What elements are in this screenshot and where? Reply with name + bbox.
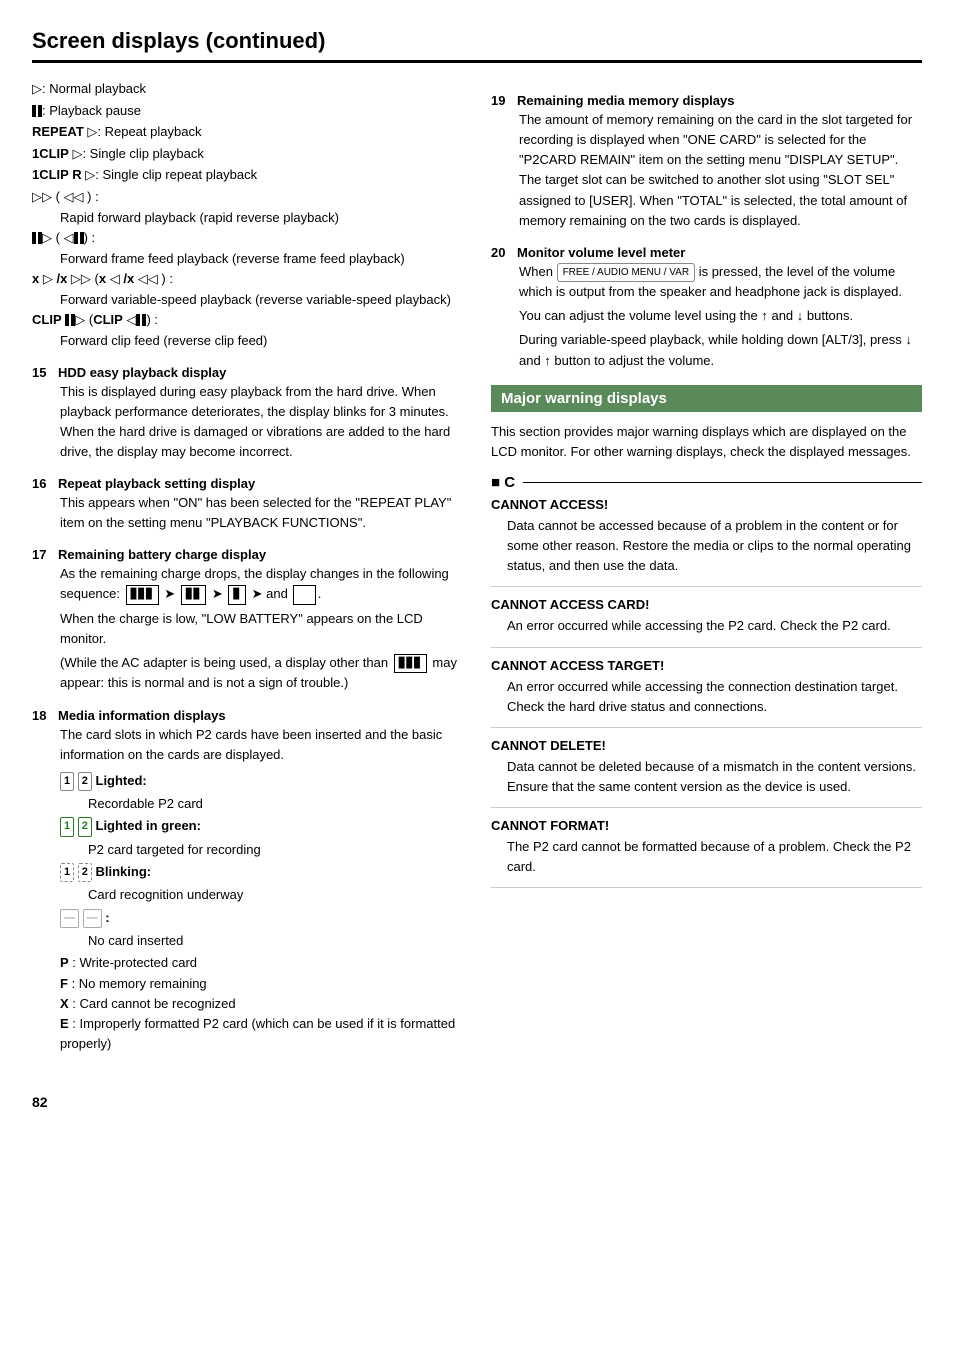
playback-symbols: ▷: Normal playback : Playback pause REPE… — [32, 79, 463, 351]
pause-icon2 — [32, 232, 42, 244]
warning-title-cannot-format: CANNOT FORMAT! — [491, 818, 922, 833]
warning-items-list: CANNOT ACCESS! Data cannot be accessed b… — [491, 497, 922, 888]
card-none: — — : — [60, 908, 463, 928]
battery-full-icon: ▊▊▊ — [394, 654, 427, 674]
card-f: F : No memory remaining — [60, 974, 463, 994]
symbol-frame-desc: Forward frame feed playback (reverse fra… — [60, 249, 463, 269]
symbol-frame: ▷ ( ◁) : — [32, 228, 463, 248]
symbol-varspeed-desc: Forward variable-speed playback (reverse… — [60, 290, 463, 310]
pause-icon4 — [65, 314, 75, 326]
section-18-body: The card slots in which P2 cards have be… — [60, 725, 463, 1055]
card-e: E : Improperly formatted P2 card (which … — [60, 1014, 463, 1054]
card-lighted-green: 1 2 Lighted in green: — [60, 816, 463, 836]
section-18-header: 18 Media information displays — [32, 708, 463, 723]
section-16-header: 16 Repeat playback setting display — [32, 476, 463, 491]
warning-item-cannot-format: CANNOT FORMAT! The P2 card cannot be for… — [491, 818, 922, 888]
warning-item-cannot-delete: CANNOT DELETE! Data cannot be deleted be… — [491, 738, 922, 808]
page-title: Screen displays (continued) — [32, 28, 922, 63]
warning-title-cannot-access-card: CANNOT ACCESS CARD! — [491, 597, 922, 612]
section-17-header: 17 Remaining battery charge display — [32, 547, 463, 562]
warning-body-cannot-access-card: An error occurred while accessing the P2… — [507, 616, 922, 636]
battery-med-icon: ▊▊ — [181, 585, 206, 605]
pause-icon5 — [136, 314, 146, 326]
section-20-title: Monitor volume level meter — [517, 245, 685, 260]
warning-item-cannot-access-card: CANNOT ACCESS CARD! An error occurred wh… — [491, 597, 922, 647]
section-19-title: Remaining media memory displays — [517, 93, 734, 108]
card-blinking: 1 2 Blinking: — [60, 862, 463, 882]
symbol-ff-desc: Rapid forward playback (rapid reverse pl… — [60, 208, 463, 228]
page-number: 82 — [32, 1094, 463, 1110]
section-18-title: Media information displays — [58, 708, 226, 723]
warning-title-cannot-access: CANNOT ACCESS! — [491, 497, 922, 512]
pause-icon — [32, 105, 42, 117]
warning-item-cannot-access: CANNOT ACCESS! Data cannot be accessed b… — [491, 497, 922, 587]
card-p: P : Write-protected card — [60, 953, 463, 973]
section-15-header: 15 HDD easy playback display — [32, 365, 463, 380]
section-20-header: 20 Monitor volume level meter — [491, 245, 922, 260]
warning-title-cannot-delete: CANNOT DELETE! — [491, 738, 922, 753]
symbol-1clip: 1CLIP ▷: Single clip playback — [32, 144, 463, 164]
symbol-varspeed: x ▷ /x ▷▷ (x ◁ /x ◁◁ ) : — [32, 269, 463, 289]
section-20-body: When FREE / AUDIO MENU / VAR is pressed,… — [519, 262, 922, 371]
card-sub-items: 1 2 Lighted: Recordable P2 card 1 2 Ligh… — [60, 771, 463, 1054]
section-17-title: Remaining battery charge display — [58, 547, 266, 562]
battery-signal-icon: ▊▊▊ — [126, 585, 159, 605]
symbol-repeat: REPEAT ▷: Repeat playback — [32, 122, 463, 142]
card-lighted: 1 2 Lighted: — [60, 771, 463, 791]
symbol-ff: ▷▷ ( ◁◁ ) : — [32, 187, 463, 207]
warning-item-cannot-access-target: CANNOT ACCESS TARGET! An error occurred … — [491, 658, 922, 728]
section-15-title: HDD easy playback display — [58, 365, 226, 380]
left-column: ▷: Normal playback : Playback pause REPE… — [32, 79, 463, 1110]
vol-button-icon: FREE / AUDIO MENU / VAR — [557, 263, 696, 283]
warning-intro: This section provides major warning disp… — [491, 422, 922, 462]
symbol-clip: CLIP ▷ (CLIP ◁) : — [32, 310, 463, 330]
symbol-pause: : Playback pause — [32, 101, 463, 121]
warning-section: Major warning displays This section prov… — [491, 385, 922, 889]
section-16-body: This appears when "ON" has been selected… — [60, 493, 463, 533]
page: Screen displays (continued) ▷: Normal pl… — [0, 0, 954, 1354]
card-x: X : Card cannot be recognized — [60, 994, 463, 1014]
battery-empty-icon — [293, 585, 315, 605]
c-label: ■ C — [491, 474, 515, 491]
pause-icon3 — [74, 232, 84, 244]
two-column-layout: ▷: Normal playback : Playback pause REPE… — [32, 79, 922, 1110]
section-15-body: This is displayed during easy playback f… — [60, 382, 463, 463]
symbol-1clipr: 1CLIP R ▷: Single clip repeat playback — [32, 165, 463, 185]
section-16-title: Repeat playback setting display — [58, 476, 255, 491]
warning-body-cannot-access-target: An error occurred while accessing the co… — [507, 677, 922, 717]
warning-body-cannot-format: The P2 card cannot be formatted because … — [507, 837, 922, 877]
section-19-header: 19 Remaining media memory displays — [491, 93, 922, 108]
battery-low-icon: ▊ — [228, 585, 246, 605]
symbol-clip-desc: Forward clip feed (reverse clip feed) — [60, 331, 463, 351]
warning-title-cannot-access-target: CANNOT ACCESS TARGET! — [491, 658, 922, 673]
section-17-body: As the remaining charge drops, the displ… — [60, 564, 463, 693]
warning-section-header: Major warning displays — [491, 385, 922, 412]
c-divider-line — [523, 482, 922, 483]
warning-body-cannot-delete: Data cannot be deleted because of a mism… — [507, 757, 922, 797]
section-19-body: The amount of memory remaining on the ca… — [519, 110, 922, 231]
right-column: 19 Remaining media memory displays The a… — [491, 79, 922, 1110]
warning-body-cannot-access: Data cannot be accessed because of a pro… — [507, 516, 922, 576]
symbol-normal-play: ▷: Normal playback — [32, 79, 463, 99]
c-section-header: ■ C — [491, 474, 922, 491]
